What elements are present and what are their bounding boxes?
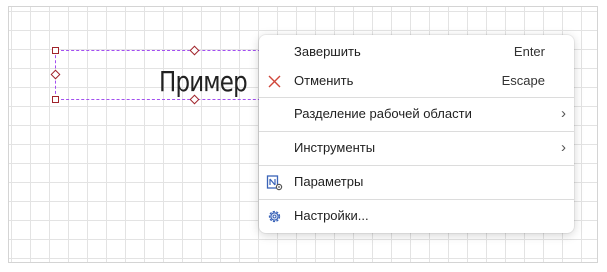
menu-item-settings[interactable]: Настройки... [259, 203, 574, 229]
menu-item-label: Разделение рабочей области [294, 106, 472, 121]
menu-item-parameters[interactable]: Параметры [259, 169, 574, 195]
menu-separator [259, 97, 574, 98]
chevron-right-icon: › [561, 105, 566, 122]
shortcut-label: Escape [501, 73, 545, 88]
shortcut-label: Enter [513, 44, 545, 59]
selection-border-bottom [56, 99, 276, 100]
close-icon [266, 73, 283, 90]
resize-handle-middle-left[interactable] [50, 69, 61, 80]
parameters-icon [266, 174, 283, 191]
menu-separator [259, 199, 574, 200]
menu-separator [259, 131, 574, 132]
menu-item-workspace-split[interactable]: Разделение рабочей области › [259, 101, 574, 127]
menu-item-tools[interactable]: Инструменты › [259, 135, 574, 161]
menu-item-finish[interactable]: Завершить Enter [259, 39, 574, 65]
menu-item-label: Параметры [294, 174, 364, 189]
chevron-right-icon: › [561, 139, 566, 156]
selection-border-top [56, 50, 276, 51]
context-menu: Завершить Enter Отменить Escape Разделен… [259, 35, 574, 233]
gear-icon [266, 208, 283, 225]
menu-item-label: Инструменты [294, 140, 376, 155]
menu-separator [259, 165, 574, 166]
shape-text[interactable]: Пример [159, 65, 248, 98]
menu-item-label: Настройки... [294, 208, 369, 223]
menu-item-cancel[interactable]: Отменить Escape [259, 68, 574, 94]
resize-handle-bottom-left[interactable] [52, 96, 59, 103]
menu-item-label: Завершить [294, 44, 361, 59]
resize-handle-top-left[interactable] [52, 47, 59, 54]
menu-item-label: Отменить [294, 73, 354, 88]
resize-handle-top-middle[interactable] [189, 45, 200, 56]
